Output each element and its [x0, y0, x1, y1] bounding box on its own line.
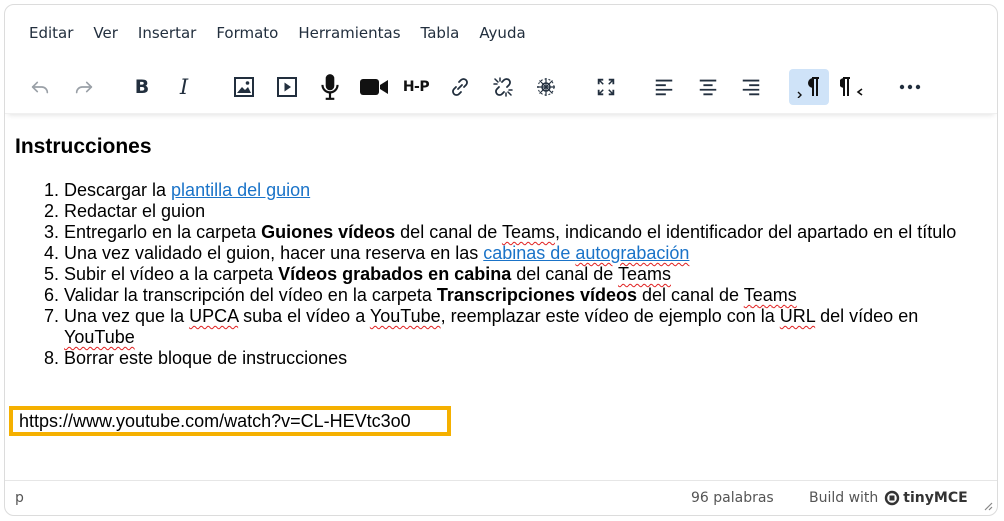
script-template-link[interactable]: plantilla del guion: [171, 180, 310, 200]
spell-flagged-word: autograbación: [575, 243, 690, 263]
redo-icon: [75, 81, 93, 94]
align-right-button[interactable]: [734, 69, 768, 105]
step-text: Borrar este bloque de instrucciones: [64, 348, 348, 368]
image-icon: [234, 77, 254, 97]
align-left-button[interactable]: [647, 69, 681, 105]
ltr-icon: [797, 77, 819, 98]
camera-icon: [360, 79, 388, 95]
align-left-icon: [655, 79, 673, 96]
link-icon: [452, 78, 468, 96]
folder-name: Vídeos grabados en cabina: [278, 264, 512, 284]
statusbar: p 96 palabras Build with tinyMCE: [5, 480, 997, 515]
undo-icon: [31, 81, 49, 94]
insert-video-button[interactable]: [270, 69, 304, 105]
insert-link-button[interactable]: [443, 69, 477, 105]
step-text: , reemplazar este vídeo de ejemplo con l…: [440, 306, 780, 326]
italic-button[interactable]: I: [167, 69, 201, 105]
menu-formato[interactable]: Formato: [206, 18, 288, 48]
menu-ayuda[interactable]: Ayuda: [469, 18, 535, 48]
step-text: del vídeo en: [815, 306, 919, 326]
accessibility-checker-button[interactable]: [529, 69, 563, 105]
menu-editar[interactable]: Editar: [19, 18, 83, 48]
bold-button[interactable]: B: [125, 69, 159, 105]
brand-name: tinyMCE: [903, 490, 968, 506]
list-item: Descargar la plantilla del guion: [64, 180, 987, 201]
menu-tabla[interactable]: Tabla: [411, 18, 470, 48]
spell-flagged-word: YouTube: [369, 306, 441, 326]
brand-prefix: Build with: [809, 490, 879, 506]
spell-flagged-word: Teams: [617, 264, 671, 284]
italic-icon: I: [179, 75, 189, 99]
step-text: Subir el vídeo a la carpeta: [64, 264, 279, 284]
rtl-icon: [840, 77, 863, 96]
fullscreen-icon: [597, 78, 615, 96]
link-text: cabinas de: [483, 243, 576, 263]
record-video-button[interactable]: [357, 69, 391, 105]
unlink-button[interactable]: [486, 69, 520, 105]
record-audio-button[interactable]: [313, 69, 347, 105]
step-text: del canal de: [636, 285, 744, 305]
h5p-button[interactable]: H-P: [399, 69, 433, 105]
folder-name: Guiones vídeos: [261, 222, 396, 242]
accessibility-icon: [537, 78, 555, 96]
spell-flagged-word: YouTube: [64, 327, 135, 347]
toolbar: B I H-P: [5, 65, 997, 114]
list-item: Una vez que la UPCA suba el vídeo a YouT…: [64, 306, 987, 348]
tinymce-logo-icon: [885, 490, 900, 506]
step-text: , indicando el identificador del apartad…: [554, 222, 957, 242]
resize-handle-icon[interactable]: [983, 501, 993, 511]
more-icon: [899, 84, 921, 90]
video-url-paragraph[interactable]: https://www.youtube.com/watch?v=CL-HEVtc…: [9, 406, 451, 436]
instructions-list: Descargar la plantilla del guion Redacta…: [15, 180, 987, 369]
undo-button[interactable]: [23, 69, 57, 105]
align-center-icon: [699, 79, 717, 96]
menu-herramientas[interactable]: Herramientas: [288, 18, 410, 48]
step-text: Descargar la: [64, 180, 172, 200]
unlink-icon: [493, 77, 513, 97]
spell-flagged-word: URL: [779, 306, 816, 326]
ltr-button[interactable]: [789, 69, 829, 105]
step-text: Redactar el guion: [64, 201, 206, 221]
step-text: Una vez validado el guion, hacer una res…: [64, 243, 484, 263]
bold-icon: B: [134, 76, 150, 98]
list-item: Borrar este bloque de instrucciones: [64, 348, 987, 369]
redo-button[interactable]: [67, 69, 101, 105]
video-icon: [277, 77, 297, 97]
spell-flagged-word: UPCA: [189, 306, 239, 326]
word-count[interactable]: 96 palabras: [691, 490, 774, 506]
menu-ver[interactable]: Ver: [83, 18, 128, 48]
menubar: Editar Ver Insertar Formato Herramientas…: [5, 5, 997, 61]
list-item: Una vez validado el guion, hacer una res…: [64, 243, 987, 264]
rich-text-editor: Editar Ver Insertar Formato Herramientas…: [4, 4, 998, 516]
menu-insertar[interactable]: Insertar: [128, 18, 206, 48]
video-url-text: https://www.youtube.com/watch?v=CL-HEVtc…: [19, 410, 411, 431]
step-text: suba el vídeo a: [238, 306, 370, 326]
editor-content[interactable]: Instrucciones Descargar la plantilla del…: [5, 117, 997, 483]
step-text: Entregarlo en la carpeta: [64, 222, 262, 242]
element-path[interactable]: p: [15, 490, 24, 506]
more-button[interactable]: [893, 69, 927, 105]
step-text: del canal de: [395, 222, 502, 242]
step-text: del canal de: [511, 264, 618, 284]
list-item: Validar la transcripción del vídeo en la…: [64, 285, 987, 306]
list-item: Redactar el guion: [64, 201, 987, 222]
folder-name: Transcripciones vídeos: [436, 285, 637, 305]
spell-flagged-word: Teams: [501, 222, 555, 242]
align-right-icon: [742, 79, 760, 96]
instructions-heading: Instrucciones: [15, 135, 152, 158]
tinymce-branding-link[interactable]: Build with tinyMCE: [809, 490, 968, 506]
align-center-button[interactable]: [691, 69, 725, 105]
booths-link[interactable]: cabinas de autograbación: [483, 243, 689, 263]
microphone-icon: [321, 74, 339, 100]
step-text: Una vez que la: [64, 306, 190, 326]
spell-flagged-word: Teams: [743, 285, 797, 305]
insert-image-button[interactable]: [227, 69, 261, 105]
step-text: Validar la transcripción del vídeo en la…: [64, 285, 437, 305]
list-item: Entregarlo en la carpeta Guiones vídeos …: [64, 222, 987, 243]
rtl-button[interactable]: [835, 69, 869, 105]
fullscreen-button[interactable]: [589, 69, 623, 105]
h5p-icon: H-P: [402, 79, 430, 95]
list-item: Subir el vídeo a la carpeta Vídeos graba…: [64, 264, 987, 285]
